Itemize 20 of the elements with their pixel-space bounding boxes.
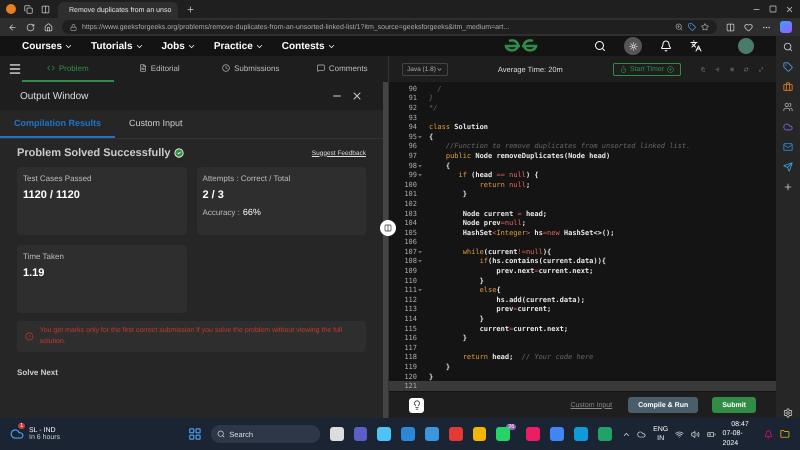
nav-menu[interactable]: Courses bbox=[22, 40, 74, 52]
problem-tab[interactable]: Submissions bbox=[205, 56, 296, 82]
section-heading: Solve Next bbox=[17, 368, 59, 377]
stat-value: 1120 / 1120 bbox=[23, 189, 81, 201]
output-tab[interactable]: Custom Input bbox=[115, 110, 197, 138]
nav-menu[interactable]: Tutorials bbox=[91, 40, 144, 52]
stat-label: Time Taken bbox=[23, 252, 65, 261]
nav-menu[interactable]: Practice bbox=[214, 40, 264, 52]
stat-value: 1.19 bbox=[23, 267, 46, 279]
stat-label: Test Cases Passed bbox=[23, 174, 92, 183]
panel-title: Output Window bbox=[20, 90, 90, 102]
status-text: Problem Solved Successfully bbox=[17, 147, 170, 159]
problem-tab[interactable]: Editorial bbox=[114, 56, 205, 82]
accuracy-value: 66% bbox=[242, 207, 261, 217]
accuracy-label: Accuracy : bbox=[202, 208, 240, 217]
nav-menu[interactable]: Jobs bbox=[162, 40, 196, 52]
nav-menu[interactable]: Contests bbox=[282, 40, 336, 52]
problem-tab[interactable]: Comments bbox=[296, 56, 388, 82]
stat-value: 2 / 3 bbox=[202, 189, 225, 201]
stat-label: Attempts : Correct / Total bbox=[202, 174, 292, 183]
